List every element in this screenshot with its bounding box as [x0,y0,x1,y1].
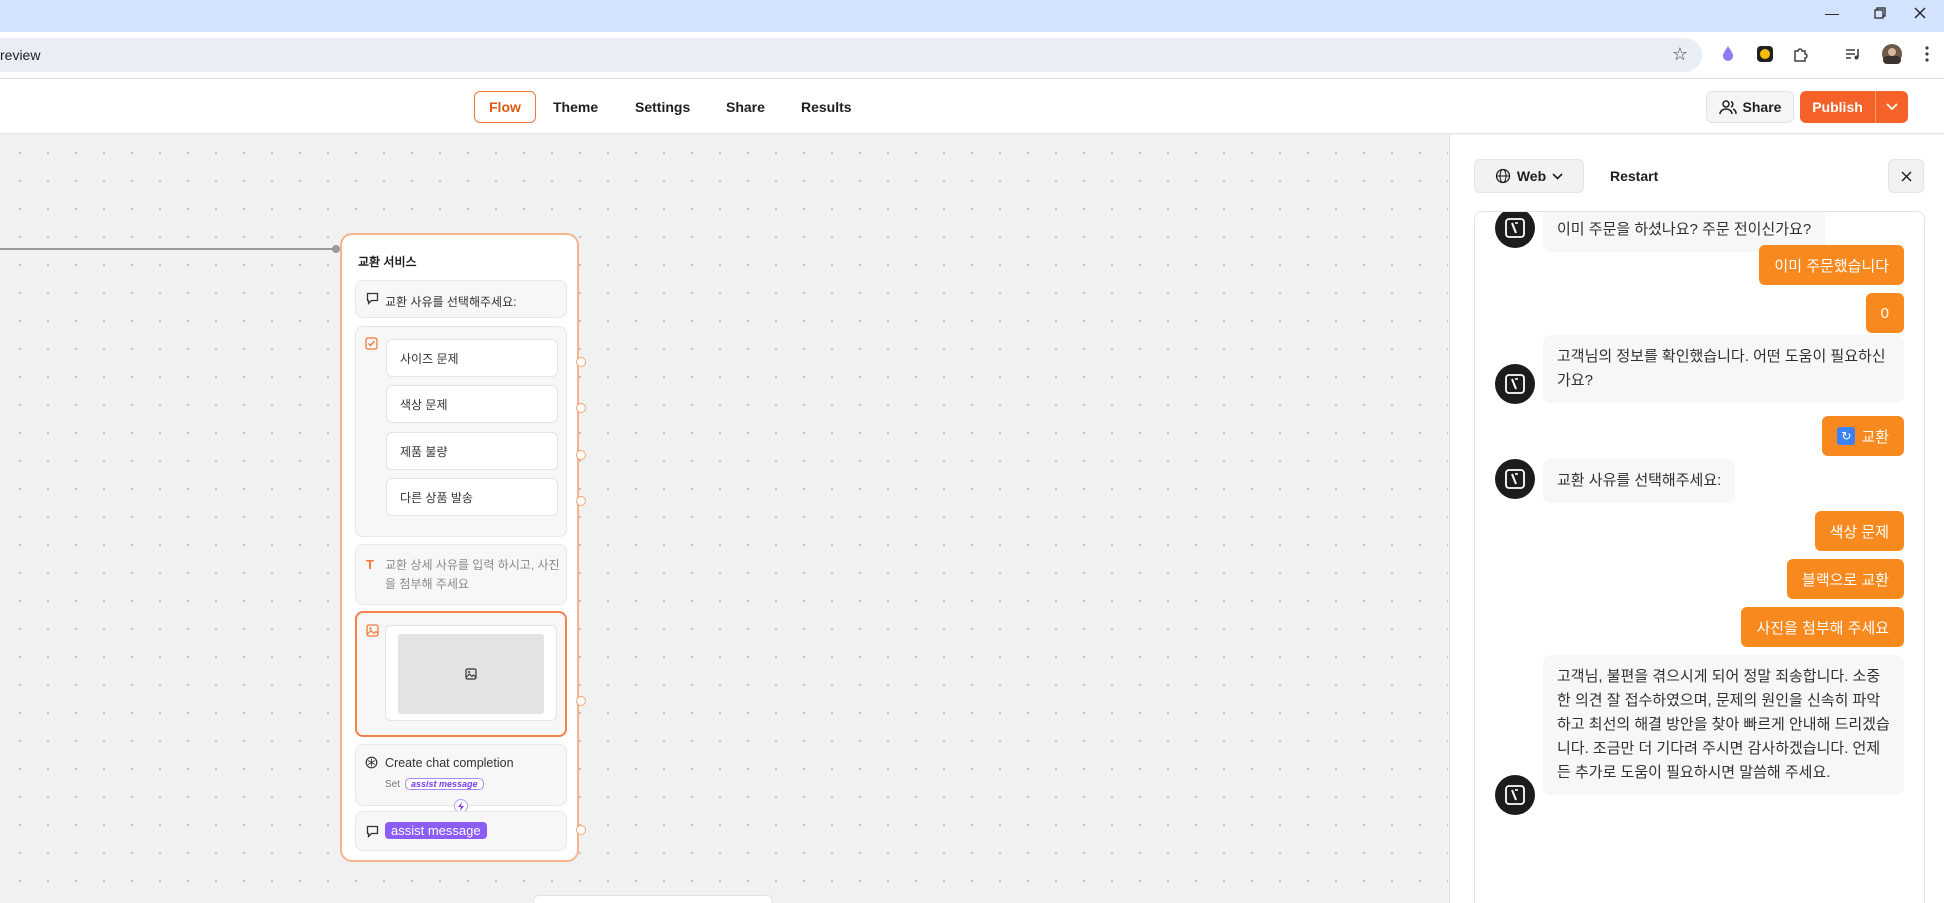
address-bar: review ☆ [0,32,1944,79]
bot-message: 교환 사유를 선택해주세요: [1543,459,1736,503]
tab-theme[interactable]: Theme [539,91,612,123]
web-label: Web [1516,168,1547,184]
app-header: Flow Theme Settings Share Results Share … [0,79,1944,134]
image-placeholder [398,634,544,714]
block-port[interactable] [576,825,586,835]
openai-block[interactable]: Create chat completion Set assist messag… [355,744,567,806]
option-port[interactable] [576,403,586,413]
url-text[interactable]: review [0,47,40,63]
connection-edge[interactable] [0,248,336,250]
bot-avatar [1495,212,1535,248]
bottom-toolbar [533,895,773,903]
bot-message: 고객님의 정보를 확인했습니다. 어떤 도움이 필요하신가요? [1543,335,1904,403]
web-dropdown[interactable]: Web [1474,159,1584,193]
option-item[interactable]: 제품 불량 [386,432,558,470]
user-message: 이미 주문했습니다 [1759,245,1904,285]
text-input-icon: T [366,557,374,572]
share-button[interactable]: Share [1706,91,1794,123]
bot-logo-icon [1505,469,1525,489]
menu-icon[interactable] [1916,43,1938,65]
exchange-icon: ↻ [1837,427,1856,445]
extension-drop-icon[interactable] [1717,43,1739,65]
user-message: 0 [1865,293,1904,333]
image-placeholder-icon [465,668,477,680]
tab-flow[interactable]: Flow [474,91,536,123]
chevron-down-icon[interactable] [1876,91,1908,123]
image-icon [366,624,379,642]
close-preview-button[interactable] [1888,159,1924,193]
block-port[interactable] [576,696,586,706]
flow-canvas[interactable] [0,135,1448,903]
text-bubble-block[interactable]: 교환 사유를 선택해주세요: [355,280,567,318]
restore-icon[interactable] [1858,0,1902,26]
chat-bubble-icon [366,292,379,310]
share-label: Share [1742,99,1782,115]
tab-settings[interactable]: Settings [621,91,704,123]
user-message: ↻ 교환 [1822,416,1904,456]
text-input-block[interactable]: T 교환 상세 사유를 입력 하시고, 사진을 첨부해 주세요 [355,544,567,605]
close-window-icon[interactable] [1898,0,1942,26]
checkbox-icon [365,337,378,355]
chat-bubble-icon [366,825,379,843]
option-item[interactable]: 색상 문제 [386,385,558,423]
bot-avatar [1495,459,1535,499]
option-item[interactable]: 사이즈 문제 [386,339,558,377]
media-icon[interactable] [1842,43,1864,65]
users-icon [1718,100,1737,115]
url-box[interactable]: review ☆ [0,38,1702,72]
close-icon [1900,170,1912,182]
openai-icon [365,756,378,774]
user-message: 블랙으로 교환 [1787,559,1904,599]
option-port[interactable] [576,357,586,367]
bot-avatar [1495,775,1535,815]
option-port[interactable] [576,450,586,460]
user-message: 색상 문제 [1814,511,1904,551]
buttons-input-block[interactable]: 사이즈 문제 색상 문제 제품 불량 다른 상품 발송 [355,326,567,537]
edge-endpoint [332,245,340,253]
chat-preview[interactable]: 이미 주문을 하셨나요? 주문 전이신가요? 이미 주문했습니다 0 고객님의 … [1474,211,1925,903]
minimize-icon[interactable]: — [1810,0,1854,26]
text-input-placeholder: 교환 상세 사유를 입력 하시고, 사진을 첨부해 주세요 [385,558,560,591]
message-block[interactable]: assist message [355,811,567,851]
image-preview-frame [385,625,557,721]
variable-badge: assist message [405,778,484,790]
extension-color-icon[interactable] [1754,43,1776,65]
globe-icon [1495,168,1510,184]
bot-logo-icon [1505,785,1525,805]
user-message-text: 교환 [1861,428,1889,446]
bookmark-star-icon[interactable]: ☆ [1672,44,1688,65]
bot-logo-icon [1505,374,1525,394]
bot-message: 고객님, 불편을 겪으시게 되어 정말 죄송합니다. 소중한 의견 잘 접수하였… [1543,655,1904,795]
profile-icon[interactable] [1881,43,1903,65]
chevron-down-icon [1552,172,1563,180]
option-port[interactable] [576,496,586,506]
bot-logo-icon [1505,218,1525,238]
preview-panel: Web Restart 이미 주문을 하셨나요? 주문 전이신가요? 이미 주문… [1449,135,1944,903]
variable-tag: assist message [385,822,487,839]
option-item[interactable]: 다른 상품 발송 [386,478,558,516]
set-label: Set [385,779,401,790]
group-node[interactable]: 교환 서비스 교환 사유를 선택해주세요: 사이즈 문제 색상 문제 제품 불량… [340,233,586,862]
publish-label[interactable]: Publish [1800,91,1876,123]
puzzle-icon[interactable] [1790,43,1812,65]
restart-button[interactable]: Restart [1596,159,1672,193]
tab-results[interactable]: Results [787,91,866,123]
tab-share[interactable]: Share [712,91,779,123]
browser-title-bar: — [0,0,1944,32]
image-block[interactable] [355,611,567,737]
text-bubble-content: 교환 사유를 선택해주세요: [385,295,517,309]
user-message: 사진을 첨부해 주세요 [1741,607,1904,647]
openai-block-title: Create chat completion [385,756,514,770]
publish-button[interactable]: Publish [1800,91,1908,123]
bot-avatar [1495,364,1535,404]
group-title[interactable]: 교환 서비스 [358,253,417,270]
